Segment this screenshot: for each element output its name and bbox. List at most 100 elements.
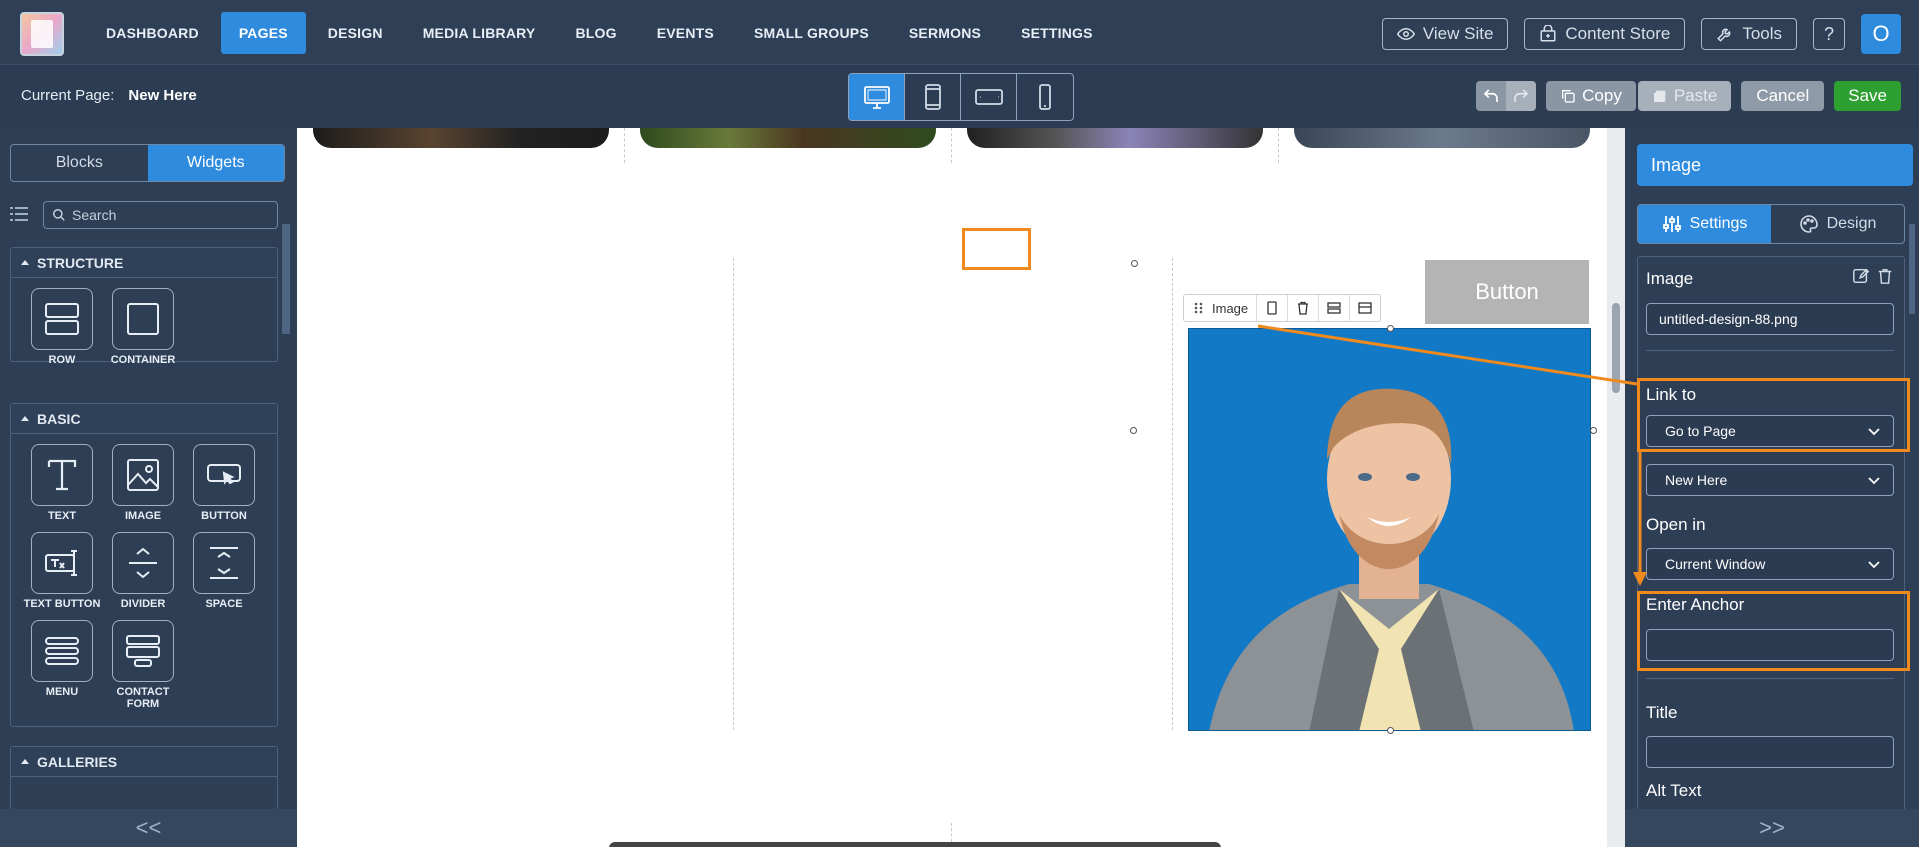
chevron-down-icon — [1868, 561, 1880, 569]
structure-title: STRUCTURE — [37, 254, 124, 271]
collapse-caret-icon — [21, 759, 29, 764]
chevron-down-icon — [1868, 477, 1880, 485]
canvas-scrollbar[interactable] — [1607, 128, 1625, 847]
structure-section: STRUCTURE ROW CONTAINER — [10, 247, 278, 366]
page-select[interactable]: New Here — [1646, 464, 1894, 496]
nav-events[interactable]: EVENTS — [639, 12, 732, 54]
list-view-icon[interactable] — [10, 205, 28, 223]
column-guide — [951, 128, 952, 163]
duplicate-widget-button[interactable] — [1257, 295, 1289, 321]
column-guide — [1278, 128, 1279, 163]
structure-section-header[interactable]: STRUCTURE — [11, 248, 277, 278]
collapse-caret-icon — [21, 260, 29, 265]
help-button[interactable]: ? — [1813, 18, 1845, 50]
desktop-view-button[interactable] — [849, 74, 905, 120]
page-canvas[interactable]: Button Image — [297, 128, 1607, 847]
widget-text-label: TEXT — [47, 510, 77, 522]
trash-icon[interactable] — [1876, 267, 1894, 285]
galleries-section-header[interactable]: GALLERIES — [11, 747, 277, 777]
tablet-portrait-view-button[interactable] — [905, 74, 961, 120]
title-input[interactable] — [1646, 736, 1894, 768]
select-parent-section-button[interactable] — [1350, 295, 1380, 321]
resize-handle[interactable] — [1130, 427, 1137, 434]
resize-handle[interactable] — [1387, 325, 1394, 332]
widget-divider[interactable]: DIVIDER — [102, 532, 184, 610]
text-icon — [47, 459, 77, 491]
photo-card-3 — [967, 128, 1263, 148]
nav-settings[interactable]: SETTINGS — [1003, 12, 1111, 54]
tablet-landscape-view-button[interactable] — [961, 74, 1017, 120]
image-icon — [127, 459, 159, 491]
widget-text[interactable]: TEXT — [21, 444, 103, 522]
open-in-select[interactable]: Current Window — [1646, 548, 1894, 580]
properties-scrollbar[interactable] — [1909, 224, 1915, 784]
widget-image[interactable]: IMAGE — [102, 444, 184, 522]
eye-icon — [1396, 27, 1415, 41]
canvas-button-widget[interactable]: Button — [1425, 260, 1589, 324]
mobile-icon — [1039, 84, 1051, 110]
resize-handle[interactable] — [1387, 727, 1394, 734]
undo-button[interactable] — [1476, 81, 1507, 111]
widget-contact-form[interactable]: CONTACT FORM — [102, 620, 184, 710]
tools-button[interactable]: Tools — [1701, 18, 1797, 50]
tab-settings[interactable]: Settings — [1638, 205, 1771, 243]
page-select-value: New Here — [1665, 472, 1728, 488]
widget-container[interactable]: CONTAINER — [102, 288, 184, 366]
wrench-icon — [1717, 28, 1731, 42]
nav-pages[interactable]: PAGES — [220, 12, 306, 54]
app-logo[interactable] — [20, 12, 64, 56]
collapse-panel-button[interactable]: << — [0, 809, 297, 847]
nav-blog[interactable]: BLOG — [557, 12, 634, 54]
widget-panel-scrollbar[interactable] — [282, 224, 290, 804]
editor-toolbar: Current Page: New Here Copy Paste Cancel… — [0, 64, 1919, 128]
resize-handle[interactable] — [1590, 427, 1597, 434]
delete-widget-button[interactable] — [1288, 295, 1320, 321]
tab-blocks[interactable]: Blocks — [11, 145, 148, 181]
widget-search-input[interactable]: Search — [43, 201, 278, 229]
widget-button[interactable]: BUTTON — [183, 444, 265, 522]
nav-small-groups[interactable]: SMALL GROUPS — [736, 12, 887, 54]
widget-text-button[interactable]: TEXT BUTTON — [21, 532, 103, 610]
row-icon — [1327, 302, 1341, 314]
image-file-field[interactable]: untitled-design-88.png — [1646, 303, 1894, 335]
widget-space-label: SPACE — [205, 598, 243, 610]
widget-type-label: Image — [1212, 300, 1249, 316]
content-store-button[interactable]: Content Store — [1524, 18, 1686, 50]
expand-panel-button[interactable]: >> — [1625, 809, 1919, 847]
alt-text-label: Alt Text — [1646, 781, 1702, 800]
tab-widgets[interactable]: Widgets — [147, 145, 284, 181]
save-button[interactable]: Save — [1834, 81, 1901, 111]
widget-button-label: BUTTON — [201, 510, 247, 522]
tab-design-label: Design — [1826, 215, 1877, 232]
collapse-caret-icon — [21, 416, 29, 421]
edit-icon[interactable] — [1852, 267, 1870, 285]
duplicate-icon — [1267, 301, 1277, 315]
nav-media-library[interactable]: MEDIA LIBRARY — [405, 12, 554, 54]
tab-design[interactable]: Design — [1771, 205, 1904, 243]
sliders-icon — [1662, 216, 1681, 232]
photo-card-4 — [1294, 128, 1590, 148]
widget-row[interactable]: ROW — [21, 288, 103, 366]
redo-button[interactable] — [1506, 81, 1537, 111]
select-parent-row-button[interactable] — [1319, 295, 1351, 321]
nav-dashboard[interactable]: DASHBOARD — [88, 12, 217, 54]
copy-button[interactable]: Copy — [1546, 81, 1636, 111]
cancel-button[interactable]: Cancel — [1741, 81, 1825, 111]
view-site-button[interactable]: View Site — [1381, 18, 1509, 50]
resize-handle[interactable] — [1131, 260, 1138, 267]
undo-icon — [1483, 89, 1498, 102]
widget-menu[interactable]: MENU — [21, 620, 103, 698]
image-field-label: Image — [1646, 269, 1694, 288]
photo-card-2 — [640, 128, 936, 148]
widget-drag-handle[interactable]: Image — [1184, 295, 1258, 321]
widget-space[interactable]: SPACE — [183, 532, 265, 610]
paste-button[interactable]: Paste — [1637, 81, 1732, 111]
user-avatar[interactable]: O — [1861, 14, 1901, 54]
basic-section-header[interactable]: BASIC — [11, 404, 277, 434]
selected-image-widget[interactable] — [1188, 328, 1591, 731]
content-store-label: Content Store — [1565, 24, 1671, 43]
search-icon — [53, 209, 65, 221]
nav-sermons[interactable]: SERMONS — [891, 12, 999, 54]
mobile-view-button[interactable] — [1017, 74, 1073, 120]
nav-design[interactable]: DESIGN — [310, 12, 401, 54]
